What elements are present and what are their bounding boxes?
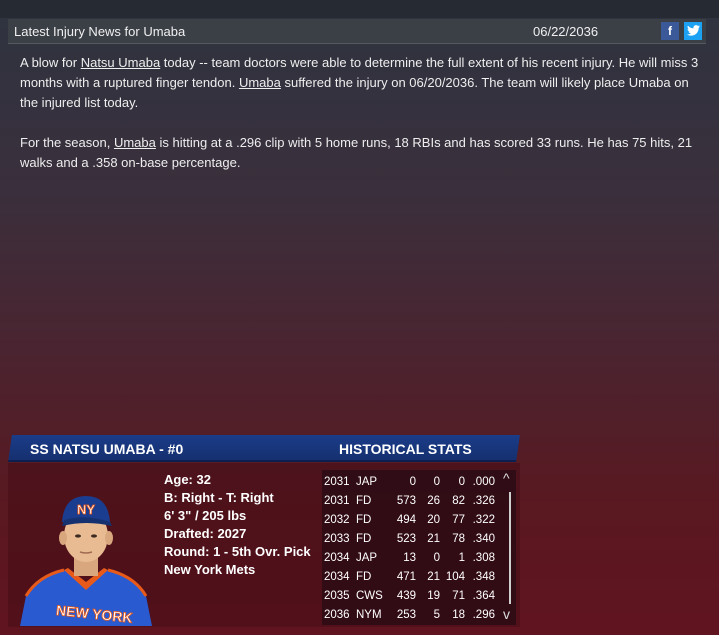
stats-cell-hr: 21 — [427, 570, 440, 583]
stats-cell-rbi: 82 — [452, 494, 465, 507]
stats-cell-avg: .322 — [472, 513, 495, 526]
twitter-share-button[interactable] — [684, 22, 702, 40]
twitter-icon — [686, 25, 700, 36]
stats-cell-rbi: 1 — [458, 551, 465, 564]
player-bio: Age: 32 B: Right - T: Right 6' 3" / 205 … — [164, 471, 311, 579]
stats-cell-hr: 19 — [427, 589, 440, 602]
stats-cell-team: JAP — [356, 475, 378, 488]
stats-cell-hr: 20 — [427, 513, 440, 526]
player-team: New York Mets — [164, 562, 256, 577]
stats-row: 2036 NYM 253 5 18 .296 — [324, 605, 495, 624]
player-bats-throws: B: Right - T: Right — [164, 490, 274, 505]
stats-cell-year: 2031 — [324, 475, 350, 488]
stats-row: 2035 CWS 439 19 71 .364 — [324, 586, 495, 605]
scroll-down-icon[interactable]: v — [503, 606, 510, 622]
facebook-icon: f — [668, 24, 672, 38]
stats-cell-avg: .308 — [472, 551, 495, 564]
stats-row: 2032 FD 494 20 77 .322 — [324, 510, 495, 529]
player-draft-round: Round: 1 - 5th Ovr. Pick — [164, 544, 311, 559]
stats-cell-ab: 439 — [396, 589, 416, 602]
stats-cell-avg: .364 — [472, 589, 495, 602]
player-last-name-link[interactable]: Umaba — [239, 75, 281, 90]
top-bar — [0, 0, 719, 18]
scrollbar-track[interactable] — [509, 492, 511, 604]
player-name-link[interactable]: Natsu Umaba — [81, 55, 160, 70]
stats-cell-hr: 5 — [433, 608, 440, 621]
stats-cell-year: 2036 — [324, 608, 350, 621]
stats-cell-team: JAP — [356, 551, 378, 564]
stats-cell-hr: 26 — [427, 494, 440, 507]
stats-cell-team: FD — [356, 513, 372, 526]
stats-cell-year: 2033 — [324, 532, 350, 545]
stats-cell-team: FD — [356, 570, 372, 583]
stats-cell-year: 2034 — [324, 551, 350, 564]
stats-cell-hr: 21 — [427, 532, 440, 545]
stats-cell-avg: .296 — [472, 608, 495, 621]
stats-cell-ab: 471 — [396, 570, 416, 583]
article-paragraph: For the season, Umaba is hitting at a .2… — [20, 135, 693, 170]
stats-cell-rbi: 78 — [452, 532, 465, 545]
player-last-name-link[interactable]: Umaba — [114, 135, 156, 150]
stats-cell-team: FD — [356, 494, 372, 507]
stats-cell-ab: 494 — [396, 513, 416, 526]
stats-cell-team: FD — [356, 532, 372, 545]
stats-row: 2034 JAP 13 0 1 .308 — [324, 548, 495, 567]
stats-cell-rbi: 77 — [452, 513, 465, 526]
stats-cell-ab: 13 — [403, 551, 416, 564]
stats-cell-rbi: 0 — [458, 475, 465, 488]
historical-stats-table: 2031 JAP 0 0 0 .000 2031 FD 573 26 82 .326 2032 FD 494… — [324, 472, 495, 624]
stats-cell-ab: 253 — [396, 608, 416, 621]
news-date: 06/22/2036 — [533, 24, 599, 39]
stats-cell-rbi: 71 — [452, 589, 465, 602]
player-photo: NEW YORK NY — [20, 496, 152, 626]
stats-cell-year: 2035 — [324, 589, 350, 602]
player-drafted: Drafted: 2027 — [164, 526, 247, 541]
stats-row: 2031 FD 573 26 82 .326 — [324, 491, 495, 510]
news-header: Latest Injury News for Umaba 06/22/2036 … — [8, 19, 706, 44]
stats-row: 2033 FD 523 21 78 .340 — [324, 529, 495, 548]
stats-cell-team: NYM — [356, 608, 382, 621]
stats-row: 2031 JAP 0 0 0 .000 — [324, 472, 495, 491]
news-title: Latest Injury News for Umaba — [14, 24, 186, 39]
stats-cell-year: 2031 — [324, 494, 350, 507]
stats-row: 2034 FD 471 21 104 .348 — [324, 567, 495, 586]
stats-cell-ab: 0 — [409, 475, 416, 488]
stats-cell-rbi: 104 — [445, 570, 465, 583]
player-height-weight: 6' 3" / 205 lbs — [164, 508, 247, 523]
stats-cell-year: 2034 — [324, 570, 350, 583]
stats-cell-team: CWS — [356, 589, 383, 602]
svg-text:NY: NY — [77, 502, 95, 517]
stats-cell-ab: 573 — [396, 494, 416, 507]
stats-cell-rbi: 18 — [452, 608, 465, 621]
stats-cell-hr: 0 — [433, 475, 440, 488]
news-article: A blow for Natsu Umaba today -- team doc… — [20, 53, 700, 193]
stats-cell-year: 2032 — [324, 513, 350, 526]
stats-cell-avg: .348 — [472, 570, 495, 583]
historical-stats-title: HISTORICAL STATS — [339, 441, 472, 457]
facebook-share-button[interactable]: f — [661, 22, 679, 40]
stats-cell-avg: .326 — [472, 494, 495, 507]
stats-cell-avg: .000 — [472, 475, 495, 488]
player-age: Age: 32 — [164, 472, 211, 487]
stats-cell-ab: 523 — [396, 532, 416, 545]
stats-cell-hr: 0 — [433, 551, 440, 564]
article-paragraph: A blow for Natsu Umaba today -- team doc… — [20, 55, 699, 110]
stats-cell-avg: .340 — [472, 532, 495, 545]
player-title: SS NATSU UMABA - #0 — [30, 441, 184, 457]
scroll-up-icon[interactable]: ^ — [503, 470, 510, 486]
